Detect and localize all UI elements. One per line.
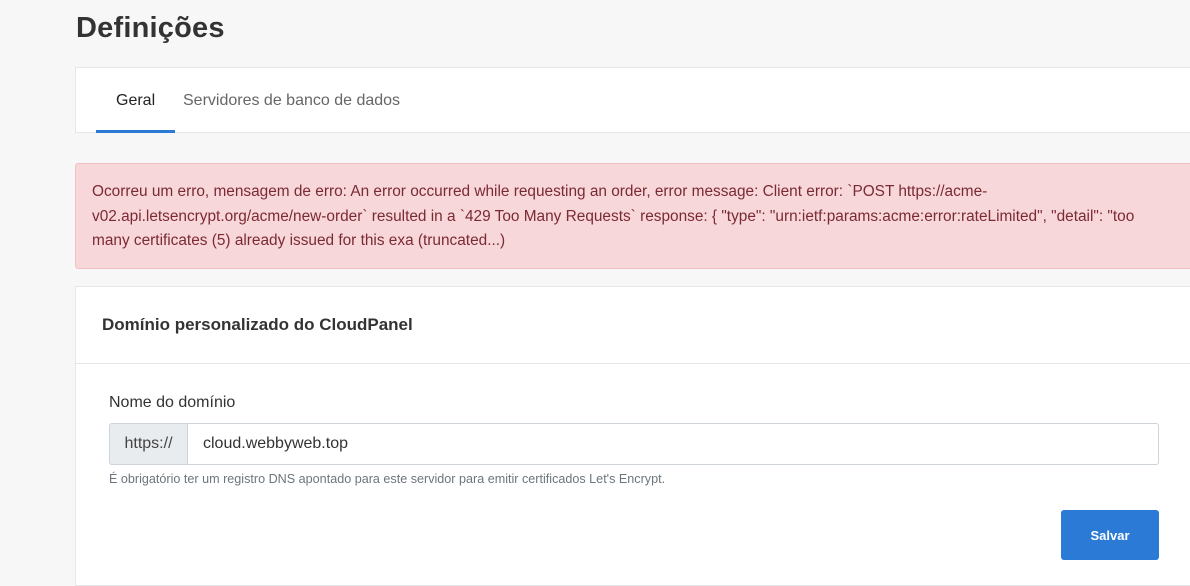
protocol-prefix: https:// [109, 423, 187, 465]
page-title: Definições [76, 12, 225, 44]
settings-tabs: Geral Servidores de banco de dados [75, 67, 1190, 133]
save-button[interactable]: Salvar [1061, 510, 1159, 560]
card-title: Domínio personalizado do CloudPanel [76, 287, 1190, 364]
domain-name-label: Nome do domínio [109, 394, 236, 411]
error-alert: Ocorreu um erro, mensagem de erro: An er… [75, 163, 1190, 269]
custom-domain-card: Domínio personalizado do CloudPanel Nome… [75, 286, 1190, 586]
domain-input-group: https:// [109, 423, 1159, 465]
tab-database-servers[interactable]: Servidores de banco de dados [163, 68, 420, 133]
error-alert-message: Ocorreu um erro, mensagem de erro: An er… [92, 183, 1135, 249]
domain-name-input[interactable] [187, 423, 1159, 465]
domain-help-text: É obrigatório ter um registro DNS aponta… [109, 472, 666, 486]
